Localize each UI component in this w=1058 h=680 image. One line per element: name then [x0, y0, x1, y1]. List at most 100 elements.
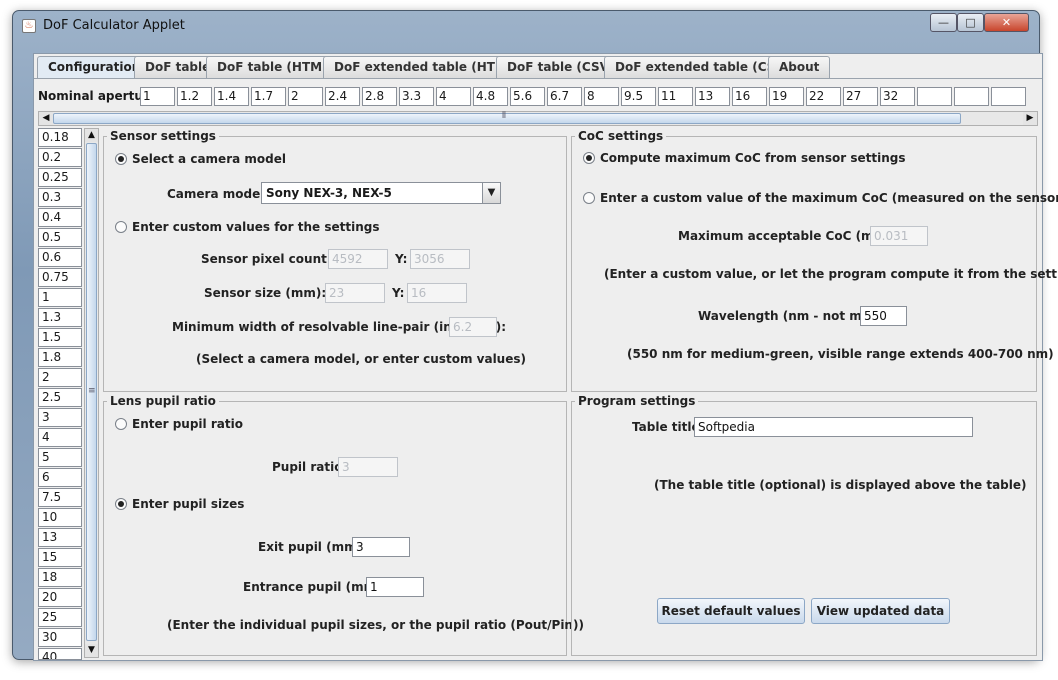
- pupil-ratio-field[interactable]: 3: [338, 457, 398, 477]
- reset-defaults-button[interactable]: Reset default values: [657, 598, 805, 624]
- aperture-value-cell[interactable]: 32: [880, 87, 915, 106]
- pupil-sizes-label: Enter pupil sizes: [132, 497, 245, 511]
- pupil-ratio-label: Pupil ratio:: [272, 460, 348, 474]
- f-number-cell[interactable]: 2.5: [38, 388, 82, 407]
- aperture-value-cell[interactable]: 13: [695, 87, 730, 106]
- sensor-size-y-field[interactable]: 16: [407, 283, 467, 303]
- aperture-value-cell[interactable]: [954, 87, 989, 106]
- f-number-cell[interactable]: 0.6: [38, 248, 82, 267]
- f-number-cell[interactable]: 13: [38, 528, 82, 547]
- select-camera-radio[interactable]: [115, 153, 127, 165]
- aperture-value-cell[interactable]: 1.4: [214, 87, 249, 106]
- aperture-value-cell[interactable]: 3.3: [399, 87, 434, 106]
- f-number-cell[interactable]: 0.18: [38, 128, 82, 147]
- title-bar[interactable]: ♨ DoF Calculator Applet — □ ✕: [13, 11, 1039, 41]
- close-button[interactable]: ✕: [984, 13, 1029, 32]
- tab-divider: [34, 78, 1042, 79]
- scroll-up-icon[interactable]: ▲: [85, 129, 98, 142]
- aperture-value-cell[interactable]: 5.6: [510, 87, 545, 106]
- window-title: DoF Calculator Applet: [43, 18, 185, 33]
- tab-about[interactable]: About: [768, 56, 831, 78]
- max-coc-field[interactable]: 0.031: [870, 226, 928, 246]
- pixel-count-y-field[interactable]: 3056: [410, 249, 470, 269]
- sensor-size-y-label: Y:: [392, 286, 405, 300]
- aperture-value-cell[interactable]: 11: [658, 87, 693, 106]
- pupil-ratio-radio[interactable]: [115, 418, 127, 430]
- aperture-value-cell[interactable]: 2.8: [362, 87, 397, 106]
- f-number-cell[interactable]: 0.75: [38, 268, 82, 287]
- vertical-scrollbar[interactable]: ▲ ≡ ▼: [84, 128, 99, 658]
- f-number-cell[interactable]: 30: [38, 628, 82, 647]
- max-coc-label: Maximum acceptable CoC (mm):: [678, 229, 897, 243]
- f-number-cell[interactable]: 0.25: [38, 168, 82, 187]
- table-title-note: (The table title (optional) is displayed…: [654, 478, 1027, 492]
- compute-coc-radio[interactable]: [583, 152, 595, 164]
- horizontal-scrollbar[interactable]: ◀ ⦀ ▶: [38, 111, 1038, 126]
- f-number-cell[interactable]: 1.3: [38, 308, 82, 327]
- aperture-value-cell[interactable]: 4.8: [473, 87, 508, 106]
- f-number-cell[interactable]: 1.8: [38, 348, 82, 367]
- aperture-value-cell[interactable]: 6.7: [547, 87, 582, 106]
- f-number-cell[interactable]: 10: [38, 508, 82, 527]
- chevron-down-icon[interactable]: ▼: [482, 183, 500, 203]
- aperture-value-cell[interactable]: [991, 87, 1026, 106]
- scroll-right-icon[interactable]: ▶: [1023, 112, 1037, 125]
- pixel-count-x-field[interactable]: 4592: [328, 249, 388, 269]
- f-number-cell[interactable]: 2: [38, 368, 82, 387]
- f-number-cell[interactable]: 18: [38, 568, 82, 587]
- f-number-cell[interactable]: 15: [38, 548, 82, 567]
- camera-model-dropdown[interactable]: Sony NEX-3, NEX-5 ▼: [261, 182, 501, 204]
- camera-model-label: Camera model:: [167, 187, 270, 201]
- custom-coc-radio[interactable]: [583, 192, 595, 204]
- f-number-cell[interactable]: 4: [38, 428, 82, 447]
- f-number-cell[interactable]: 1.5: [38, 328, 82, 347]
- pupil-sizes-radio[interactable]: [115, 498, 127, 510]
- applet-content: Configuration DoF table DoF table (HTML)…: [33, 53, 1058, 661]
- sensor-note: (Select a camera model, or enter custom …: [196, 352, 526, 366]
- pupil-ratio-option-label: Enter pupil ratio: [132, 417, 243, 431]
- f-number-cell[interactable]: 6: [38, 468, 82, 487]
- f-number-cell[interactable]: 0.3: [38, 188, 82, 207]
- f-number-cell[interactable]: 0.2: [38, 148, 82, 167]
- f-number-cell[interactable]: 1: [38, 288, 82, 307]
- sensor-size-x-field[interactable]: 23: [325, 283, 385, 303]
- f-number-cell[interactable]: 7.5: [38, 488, 82, 507]
- aperture-value-cell[interactable]: 22: [806, 87, 841, 106]
- aperture-value-cell[interactable]: 27: [843, 87, 878, 106]
- exit-pupil-field[interactable]: 3: [352, 537, 410, 557]
- aperture-value-cell[interactable]: 1: [140, 87, 175, 106]
- aperture-value-cell[interactable]: 1.7: [251, 87, 286, 106]
- aperture-value-cell[interactable]: 4: [436, 87, 471, 106]
- custom-sensor-radio[interactable]: [115, 221, 127, 233]
- minimize-button[interactable]: —: [930, 13, 957, 32]
- sensor-size-label: Sensor size (mm): X:: [204, 286, 345, 300]
- f-number-cell[interactable]: 40: [38, 648, 82, 660]
- view-updated-data-button[interactable]: View updated data: [811, 598, 950, 624]
- f-number-cell[interactable]: 0.4: [38, 208, 82, 227]
- horizontal-scroll-thumb[interactable]: ⦀: [53, 111, 961, 124]
- scroll-left-icon[interactable]: ◀: [39, 112, 53, 125]
- maximize-button[interactable]: □: [957, 13, 984, 32]
- wavelength-field[interactable]: 550: [860, 306, 907, 326]
- f-number-cell[interactable]: 20: [38, 588, 82, 607]
- vertical-scroll-thumb[interactable]: ≡: [86, 143, 97, 641]
- aperture-value-cell[interactable]: 2: [288, 87, 323, 106]
- compute-coc-label: Compute maximum CoC from sensor settings: [600, 151, 906, 165]
- aperture-value-cell[interactable]: 1.2: [177, 87, 212, 106]
- table-title-field[interactable]: Softpedia: [694, 417, 973, 437]
- aperture-value-cell[interactable]: 16: [732, 87, 767, 106]
- scroll-down-icon[interactable]: ▼: [85, 644, 98, 657]
- f-number-cell[interactable]: 25: [38, 608, 82, 627]
- pupil-note: (Enter the individual pupil sizes, or th…: [167, 618, 584, 632]
- f-number-cell[interactable]: 0.5: [38, 228, 82, 247]
- aperture-value-cell[interactable]: 19: [769, 87, 804, 106]
- line-pair-field[interactable]: 6.2: [449, 317, 497, 337]
- f-number-cell[interactable]: 5: [38, 448, 82, 467]
- f-number-cell[interactable]: 3: [38, 408, 82, 427]
- entrance-pupil-field[interactable]: 1: [366, 577, 424, 597]
- aperture-value-cell[interactable]: 9.5: [621, 87, 656, 106]
- custom-sensor-label: Enter custom values for the settings: [132, 220, 380, 234]
- aperture-value-cell[interactable]: 2.4: [325, 87, 360, 106]
- aperture-value-cell[interactable]: [917, 87, 952, 106]
- aperture-value-cell[interactable]: 8: [584, 87, 619, 106]
